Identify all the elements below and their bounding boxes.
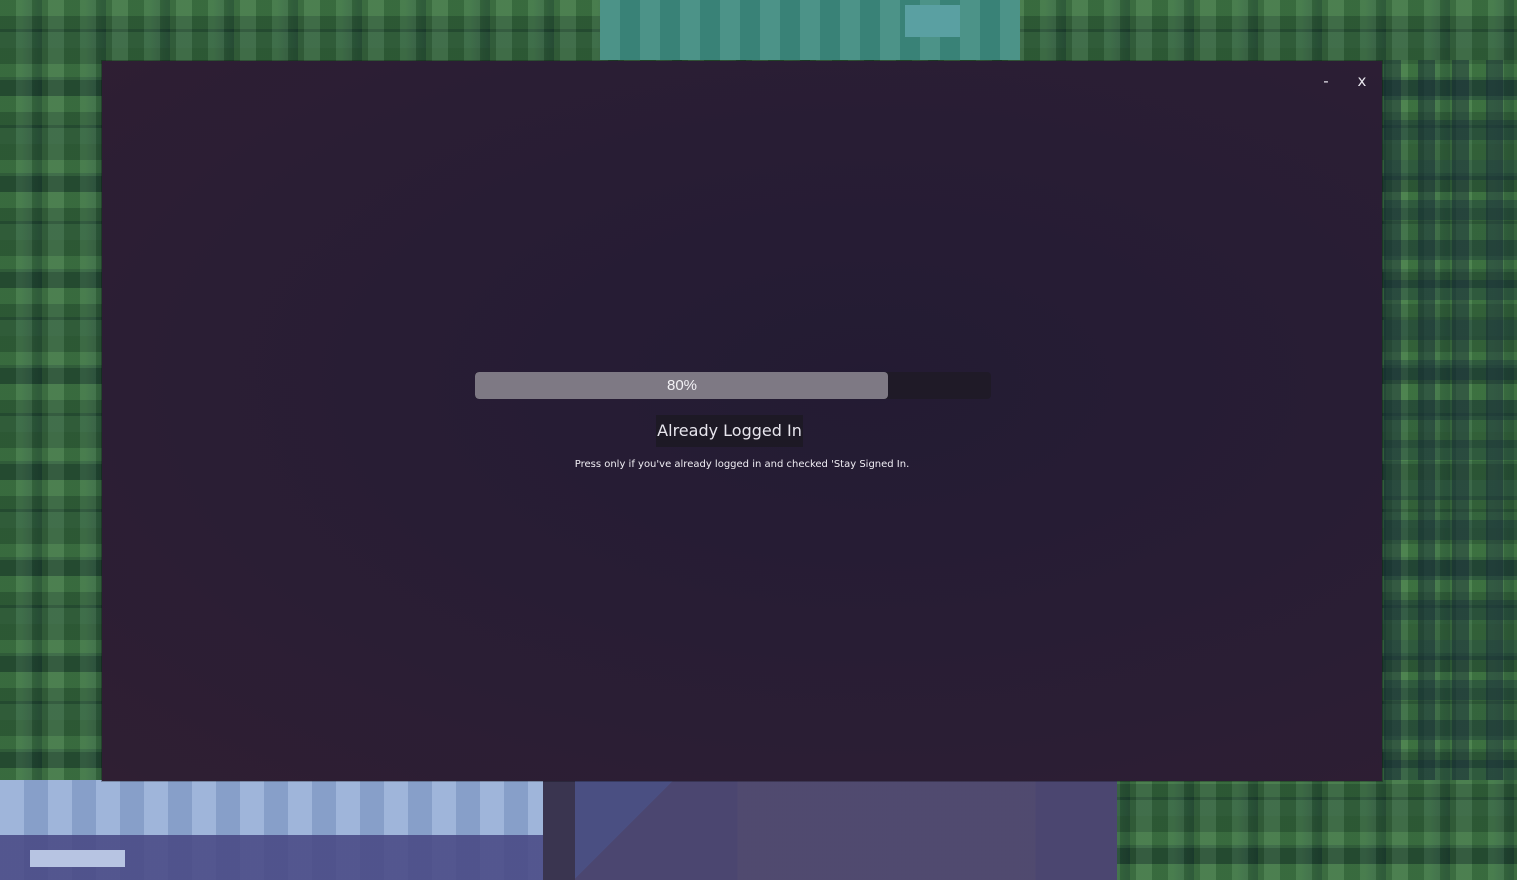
progress-percent-label: 80% [666, 377, 698, 394]
background-foliage [1384, 60, 1517, 780]
background-water-highlight [30, 850, 125, 867]
minimize-button[interactable]: - [1311, 69, 1341, 93]
background-teal-block [905, 5, 960, 37]
background-rock-edge [543, 780, 575, 880]
already-logged-in-hint: Press only if you've already logged in a… [574, 459, 910, 470]
progress-label-wrap: 80% [475, 372, 889, 399]
close-button[interactable]: x [1347, 69, 1377, 93]
login-window: - x 80% Already Logged In Press only if … [102, 61, 1382, 781]
progress-bar: 80% [475, 372, 991, 399]
background-rock-slope [575, 780, 695, 880]
already-logged-in-button[interactable]: Already Logged In [656, 415, 803, 447]
